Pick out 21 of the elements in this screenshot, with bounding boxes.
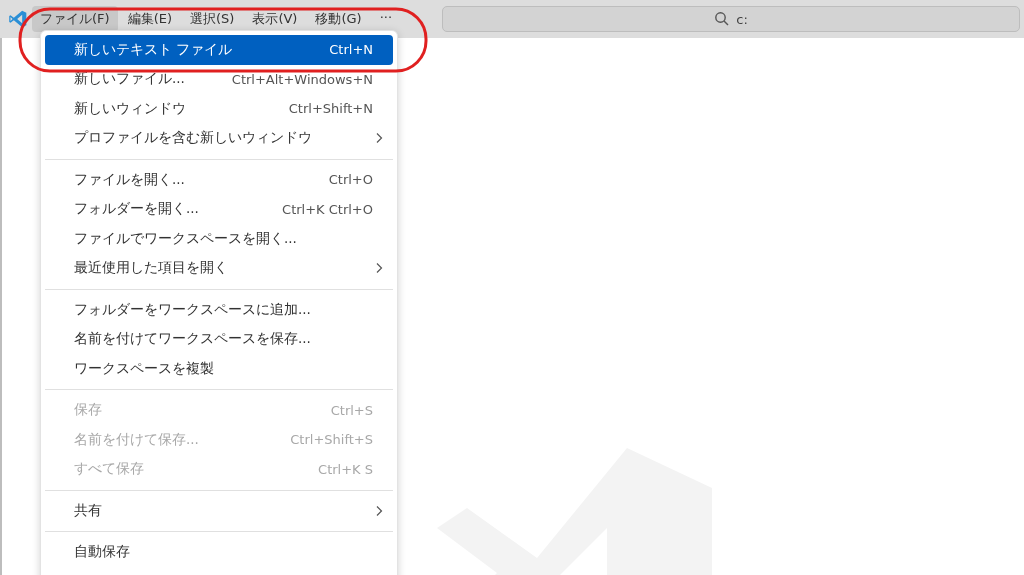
menu-item[interactable]: 最近使用した項目を開く <box>45 253 393 283</box>
menu-item[interactable]: プロファイルを含む新しいウィンドウ <box>45 123 393 153</box>
menu-item[interactable]: フォルダーを開く... Ctrl+K Ctrl+O <box>45 194 393 224</box>
menu-item[interactable]: ファイルを開く... Ctrl+O <box>45 165 393 195</box>
menu-bar-item[interactable]: 選択(S) <box>182 6 243 32</box>
menu-item[interactable]: 新しいファイル... Ctrl+Alt+Windows+N <box>45 64 393 94</box>
menu-bar-item[interactable]: 表示(V) <box>244 6 306 32</box>
menu-bar-item[interactable]: ··· <box>371 6 401 32</box>
search-field[interactable]: c: <box>442 6 1021 32</box>
app-logo-icon <box>8 9 28 29</box>
menu-item[interactable]: 共有 <box>45 496 393 526</box>
menu-item[interactable]: ファイルでワークスペースを開く... <box>45 224 393 254</box>
menu-bar-item[interactable]: 編集(E) <box>119 6 180 32</box>
menu-item[interactable]: 名前を付けてワークスペースを保存... <box>45 324 393 354</box>
menu-item[interactable]: フォルダーをワークスペースに追加... <box>45 295 393 325</box>
menu-bar-item[interactable]: 移動(G) <box>307 6 370 32</box>
search-icon <box>714 11 731 27</box>
menu-item[interactable]: 新しいテキスト ファイル Ctrl+N <box>45 35 393 65</box>
menu-item[interactable]: 新しいウィンドウ Ctrl+Shift+N <box>45 94 393 124</box>
menu-item[interactable]: ワークスペースを複製 <box>45 354 393 384</box>
menu-item[interactable]: 自動保存 <box>45 537 393 567</box>
